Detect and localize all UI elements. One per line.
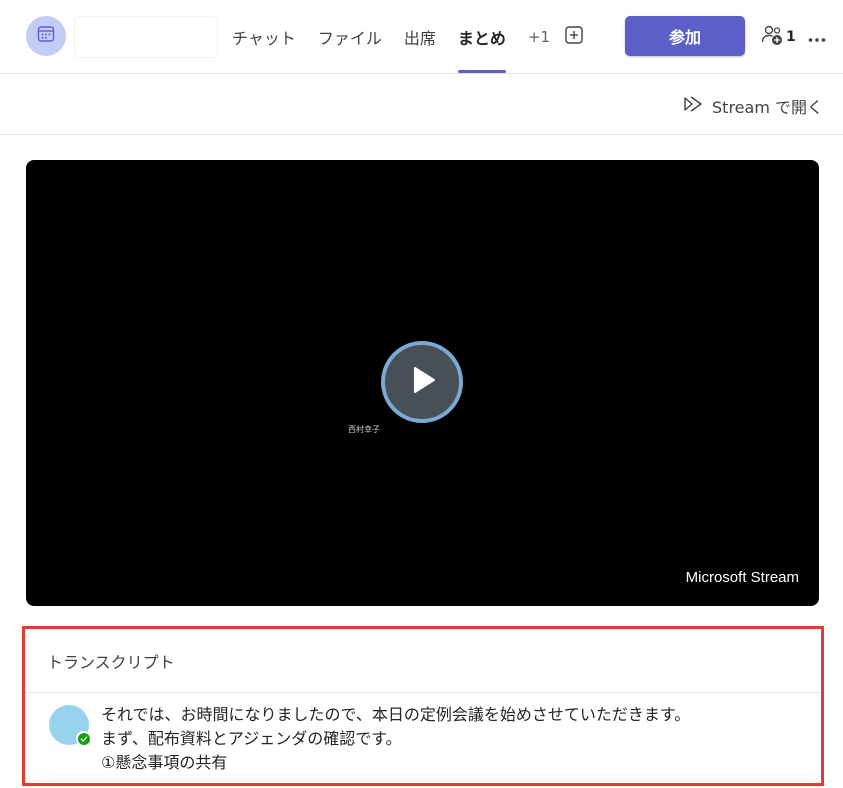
play-button[interactable] xyxy=(381,341,463,423)
play-icon xyxy=(405,363,439,401)
open-in-stream-button[interactable]: Stream で開く xyxy=(682,94,823,118)
stream-video-icon xyxy=(682,94,712,118)
more-options-button[interactable] xyxy=(806,26,828,48)
transcript-entry[interactable]: それでは、お時間になりましたので、本日の定例会議を始めさせていただきます。 まず… xyxy=(25,693,821,775)
tab-attendance[interactable]: 出席 xyxy=(404,0,436,74)
transcript-line: それでは、お時間になりましたので、本日の定例会議を始めさせていただきます。 xyxy=(101,705,691,724)
stream-watermark: Microsoft Stream xyxy=(685,569,799,586)
meeting-avatar xyxy=(26,16,66,56)
tab-recap[interactable]: まとめ xyxy=(457,0,506,74)
participants-button[interactable]: 1 xyxy=(760,24,796,50)
tab-files[interactable]: ファイル xyxy=(318,0,382,74)
transcript-title: トランスクリプト xyxy=(25,629,821,693)
participant-count: 1 xyxy=(786,29,796,45)
open-in-stream-label: Stream で開く xyxy=(712,98,823,117)
add-tab-button[interactable] xyxy=(564,25,584,49)
tab-bar: チャット ファイル 出席 まとめ +1 xyxy=(232,0,584,74)
meeting-header: チャット ファイル 出席 まとめ +1 参加 1 xyxy=(0,0,843,74)
people-add-icon xyxy=(760,23,784,51)
add-square-icon xyxy=(564,25,584,49)
more-tabs-button[interactable]: +1 xyxy=(528,28,550,46)
recording-video-player[interactable]: 西村幸子 Microsoft Stream xyxy=(26,160,819,606)
calendar-icon xyxy=(36,24,56,48)
presence-badge xyxy=(76,731,91,746)
more-horizontal-icon xyxy=(808,28,826,47)
tab-chat[interactable]: チャット xyxy=(232,0,296,74)
join-button[interactable]: 参加 xyxy=(625,16,745,56)
transcript-line: ①懸念事項の共有 xyxy=(101,753,228,772)
video-speaker-name: 西村幸子 xyxy=(348,425,380,434)
meeting-title-area[interactable] xyxy=(74,16,218,58)
transcript-line: まず、配布資料とアジェンダの確認です。 xyxy=(101,729,402,748)
recap-toolbar: Stream で開く xyxy=(0,74,843,135)
available-check-icon xyxy=(77,732,90,745)
transcript-panel: トランスクリプト それでは、お時間になりましたので、本日の定例会議を始めさせてい… xyxy=(22,626,824,786)
